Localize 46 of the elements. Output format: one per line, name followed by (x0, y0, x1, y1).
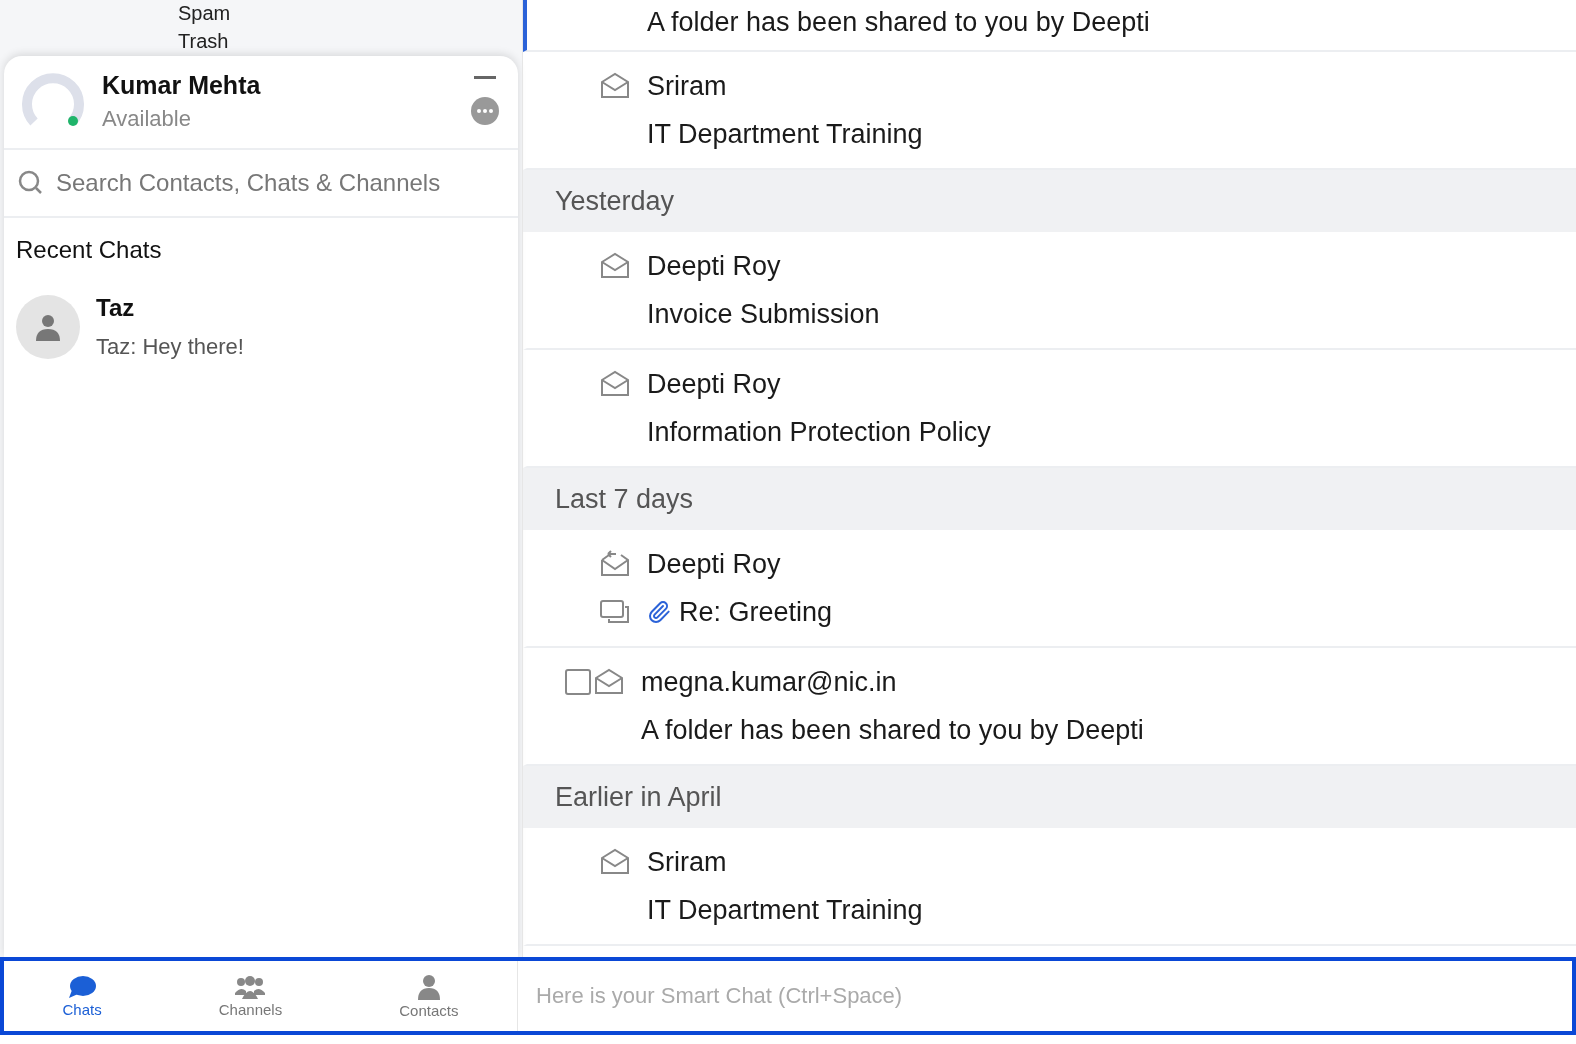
section-title: Recent Chats (15, 235, 163, 265)
bottom-tab[interactable]: Chats (56, 973, 108, 1019)
minimize-button[interactable] (474, 76, 496, 80)
chat-name: Taz (96, 294, 136, 322)
thread-icon (599, 599, 631, 625)
mail-sender: megna.kumar@nic.in (641, 666, 898, 698)
chat-item[interactable]: Taz Taz: Hey there! (4, 284, 518, 370)
mail-subject: Information Protection Policy (647, 416, 991, 448)
person-icon (416, 973, 441, 1000)
checkbox[interactable] (565, 669, 591, 695)
mail-sender: Deepti Roy (647, 368, 782, 400)
chat-preview: Taz: Hey there! (96, 334, 244, 360)
envelope-icon (599, 252, 631, 280)
search-icon (18, 170, 44, 196)
envelope-icon (599, 550, 631, 578)
folder-item[interactable]: Trash (178, 28, 229, 54)
envelope-icon (593, 668, 625, 696)
mail-subject: IT Department Training (647, 118, 923, 150)
mail-row[interactable]: Deepti Roy Re: Greeting (523, 530, 1576, 648)
bottom-tab[interactable]: Channels (212, 973, 289, 1019)
mail-row[interactable]: A folder has been shared to you by Deepti (523, 0, 1576, 52)
mail-sender: Sriram (647, 846, 728, 878)
mail-subject: Re: Greeting (679, 596, 833, 628)
mail-sender: Sriram (647, 70, 728, 102)
mail-sender: Deepti Roy (647, 548, 782, 580)
user-status[interactable]: Available (102, 105, 452, 132)
mail-row[interactable]: Deepti Roy Invoice Submission (523, 232, 1576, 350)
envelope-icon (599, 72, 631, 100)
user-name: Kumar Mehta (102, 70, 262, 100)
mail-subject: A folder has been shared to you by Deepti (641, 714, 1144, 746)
more-button[interactable] (470, 96, 500, 126)
group-header: Last 7 days (523, 468, 1576, 530)
mail-row[interactable]: Sriram IT Department Training (523, 828, 1576, 946)
envelope-icon (599, 848, 631, 876)
folder-item[interactable]: Spam (178, 0, 231, 26)
chat-bubble-icon (67, 974, 98, 999)
mail-subject: Invoice Submission (647, 298, 880, 330)
bottom-tab[interactable]: Contacts (393, 972, 465, 1020)
person-icon (35, 313, 61, 341)
group-header: Yesterday (523, 170, 1576, 232)
mail-subject: IT Department Training (647, 894, 923, 926)
group-header: Earlier in April (523, 766, 1576, 828)
mail-sender: Deepti Roy (647, 250, 782, 282)
envelope-icon (599, 370, 631, 398)
group-icon (235, 974, 266, 999)
mail-subject: A folder has been shared to you by Deepti (647, 6, 1150, 38)
